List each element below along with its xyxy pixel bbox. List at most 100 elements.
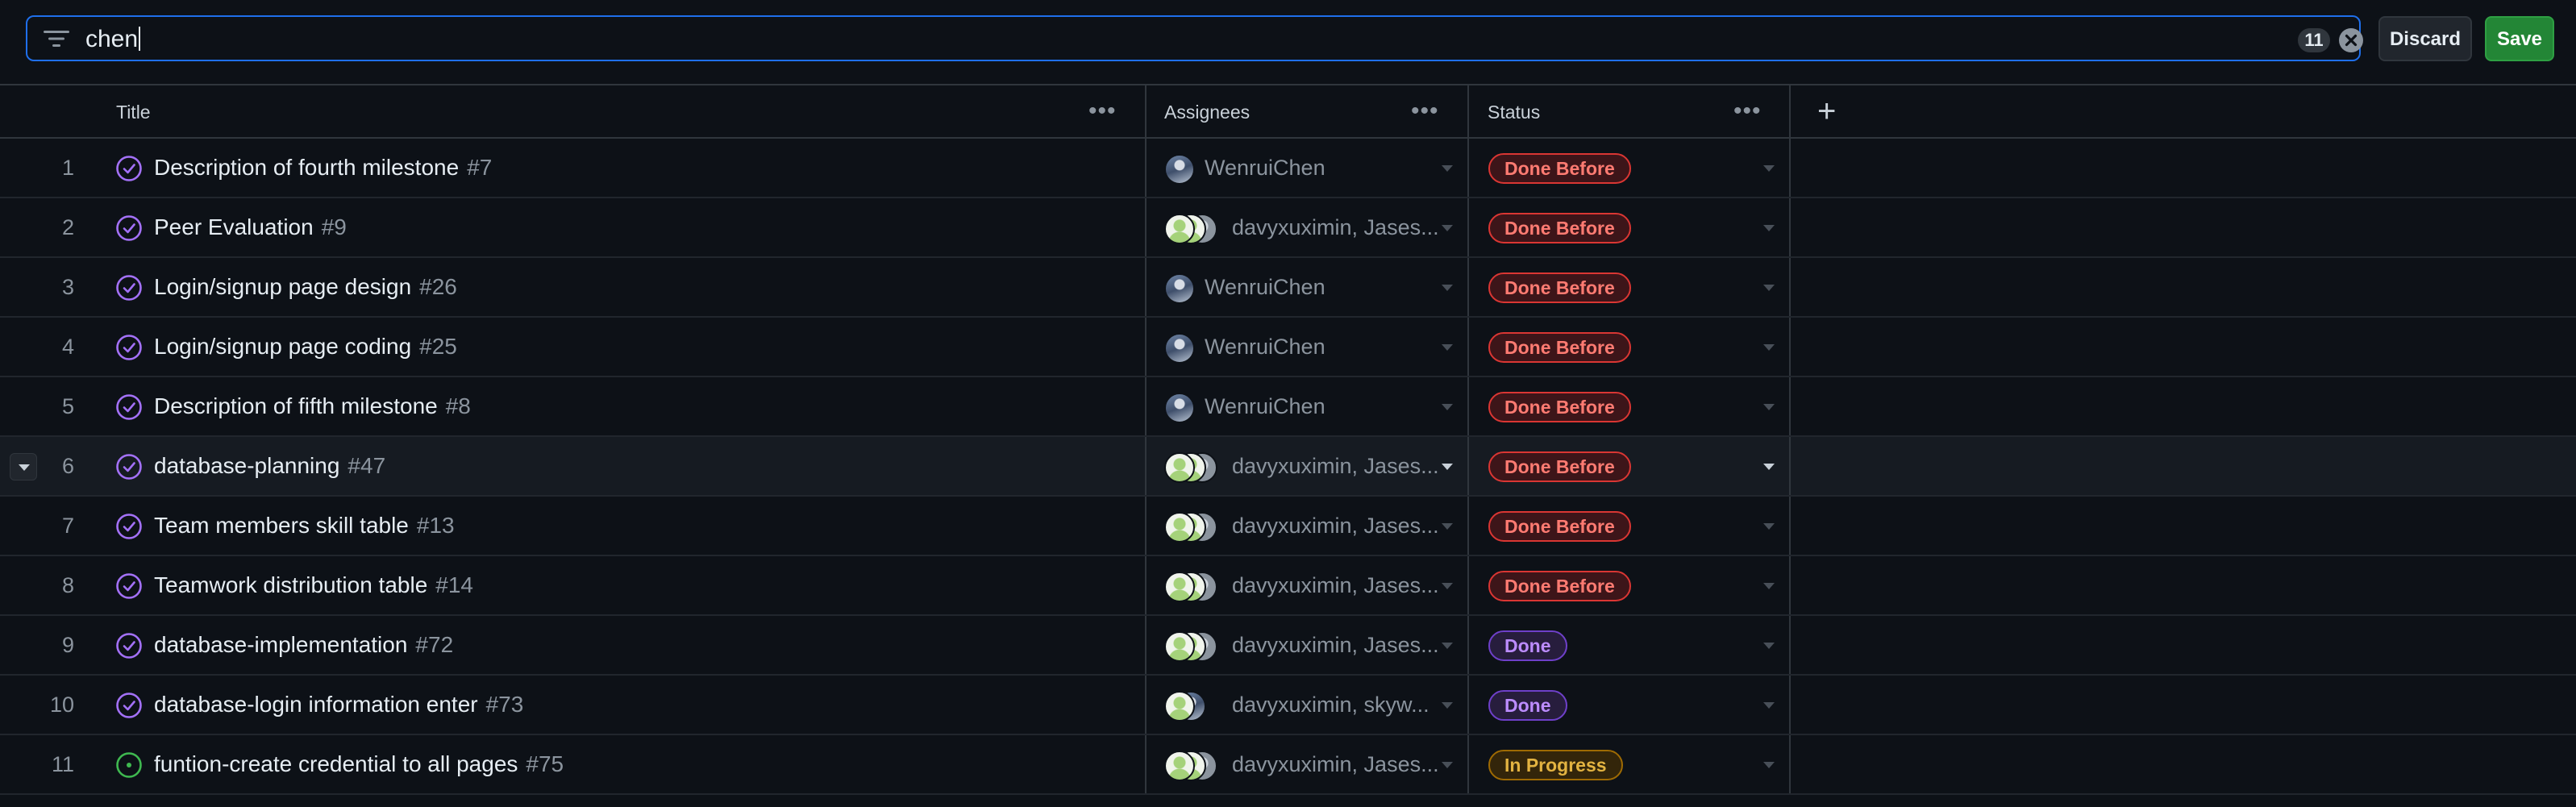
filter-query[interactable]: chen [85,27,141,52]
issue-title-text[interactable]: Login/signup page design [154,274,411,299]
issue-title-text[interactable]: Description of fifth milestone [154,393,438,418]
issue-title-text[interactable]: Peer Evaluation [154,214,314,239]
plus-icon[interactable]: + [1817,92,1836,131]
chevron-down-icon[interactable] [1763,464,1775,470]
column-divider[interactable] [1789,85,1791,137]
column-divider [1789,437,1791,495]
table-row[interactable]: 1 Description of fourth milestone #7 Wenrui… [0,139,2576,198]
chevron-down-icon[interactable] [1763,285,1775,291]
table-row[interactable]: 3 Login/signup page design #26 WenruiChen Do… [0,258,2576,318]
chevron-down-icon[interactable] [1763,702,1775,709]
chevron-down-icon[interactable] [1763,523,1775,530]
column-divider[interactable] [1467,85,1469,137]
issue-title[interactable]: Peer Evaluation #9 [154,198,347,256]
x-circle-icon[interactable] [2338,27,2364,53]
issue-title-text[interactable]: database-planning [154,453,339,478]
ellipsis-icon[interactable]: ••• [1411,99,1439,123]
column-divider [1145,198,1147,256]
chevron-down-icon[interactable] [1442,225,1453,231]
issue-title[interactable]: funtion-create credential to all pages #7… [154,735,564,793]
chevron-down-icon[interactable] [1442,523,1453,530]
column-divider [1145,139,1147,197]
avatar [1164,512,1195,543]
table-row[interactable]: 6 database-planning #47 davyxuximin, Jases.… [0,437,2576,497]
table-row[interactable]: 4 Login/signup page coding #25 WenruiChen Do… [0,318,2576,377]
issue-title[interactable]: Description of fourth milestone #7 [154,139,492,197]
table-row[interactable]: 5 Description of fifth milestone #8 WenruiC… [0,377,2576,437]
table-row[interactable]: 9 database-implementation #72 davyxuximin, … [0,616,2576,676]
ellipsis-icon[interactable]: ••• [1088,99,1117,123]
text-caret [139,27,141,51]
table-row[interactable]: 7 Team members skill table #13 davyxuximin,… [0,497,2576,556]
issue-title[interactable]: Login/signup page coding #25 [154,318,457,376]
column-divider[interactable] [1145,85,1147,137]
chevron-down-icon[interactable] [1442,344,1453,351]
assignee-avatars [1164,572,1229,602]
chevron-down-icon[interactable] [1442,165,1453,172]
save-button[interactable]: Save [2485,16,2554,61]
chevron-down-icon[interactable] [1763,344,1775,351]
column-divider [1789,318,1791,376]
issue-title[interactable]: Login/signup page design #26 [154,258,457,316]
column-header-status[interactable]: Status [1488,85,1540,139]
chevron-down-icon[interactable] [1442,702,1453,709]
filter-input[interactable]: chen 11 [26,15,2364,61]
row-number: 5 [61,394,74,418]
status-label: Done Before [1488,511,1631,542]
row-number: 7 [61,514,74,538]
column-divider [1145,497,1147,555]
chevron-down-icon[interactable] [1442,285,1453,291]
issue-title-text[interactable]: funtion-create credential to all pages [154,751,518,776]
status-label: Done Before [1488,332,1631,363]
assignees-text: davyxuximin, Jases... [1232,573,1439,597]
table-body: 1 Description of fourth milestone #7 Wenrui… [0,139,2576,795]
issue-number: #8 [445,393,471,418]
issue-title-text[interactable]: database-login information enter [154,692,478,717]
column-header-title[interactable]: Title [116,85,151,139]
chevron-down-icon[interactable] [1763,762,1775,768]
issue-closed-icon [116,633,142,659]
column-divider [1789,497,1791,555]
column-divider [1467,497,1469,555]
table-row[interactable]: 11 funtion-create credential to all pages… [0,735,2576,795]
chevron-down-icon[interactable] [1442,643,1453,649]
column-divider [1467,676,1469,734]
chevron-down-icon[interactable] [1442,464,1453,470]
table-row[interactable]: 2 Peer Evaluation #9 davyxuximin, Jases... D… [0,198,2576,258]
issue-number: #75 [526,751,564,776]
issue-title-text[interactable]: database-implementation [154,632,407,657]
issue-title[interactable]: Description of fifth milestone #8 [154,377,471,435]
ellipsis-icon[interactable]: ••• [1733,99,1762,123]
assignee-avatars [1164,691,1229,722]
issue-title-text[interactable]: Login/signup page coding [154,334,411,359]
column-divider [1467,139,1469,197]
issue-title-text[interactable]: Teamwork distribution table [154,572,427,597]
status-label: Done Before [1488,272,1631,303]
issue-title-text[interactable]: Description of fourth milestone [154,155,459,180]
chevron-down-icon[interactable] [1763,225,1775,231]
issue-number: #47 [347,453,386,478]
chevron-down-icon[interactable] [1763,643,1775,649]
issue-title-text[interactable]: Team members skill table [154,513,409,538]
column-divider [1467,377,1469,435]
issue-title[interactable]: database-planning #47 [154,437,385,495]
chevron-down-icon[interactable] [1763,165,1775,172]
issue-title[interactable]: Team members skill table #13 [154,497,455,555]
issue-number: #9 [321,214,347,239]
table-row[interactable]: 8 Teamwork distribution table #14 davyxuxim… [0,556,2576,616]
chevron-down-icon[interactable] [1442,762,1453,768]
chevron-down-icon[interactable] [1763,404,1775,410]
row-number: 4 [61,335,74,359]
assignees-text: davyxuximin, Jases... [1232,752,1439,776]
table-row[interactable]: 10 database-login information enter #73 dav… [0,676,2576,735]
issue-number: #73 [485,692,524,717]
issue-title[interactable]: database-login information enter #73 [154,676,523,734]
row-number: 3 [61,275,74,299]
issue-title[interactable]: Teamwork distribution table #14 [154,556,473,614]
chevron-down-icon[interactable] [1442,583,1453,589]
column-header-assignees[interactable]: Assignees [1164,85,1250,139]
chevron-down-icon[interactable] [1763,583,1775,589]
issue-title[interactable]: database-implementation #72 [154,616,453,674]
discard-button[interactable]: Discard [2378,16,2472,61]
chevron-down-icon[interactable] [1442,404,1453,410]
